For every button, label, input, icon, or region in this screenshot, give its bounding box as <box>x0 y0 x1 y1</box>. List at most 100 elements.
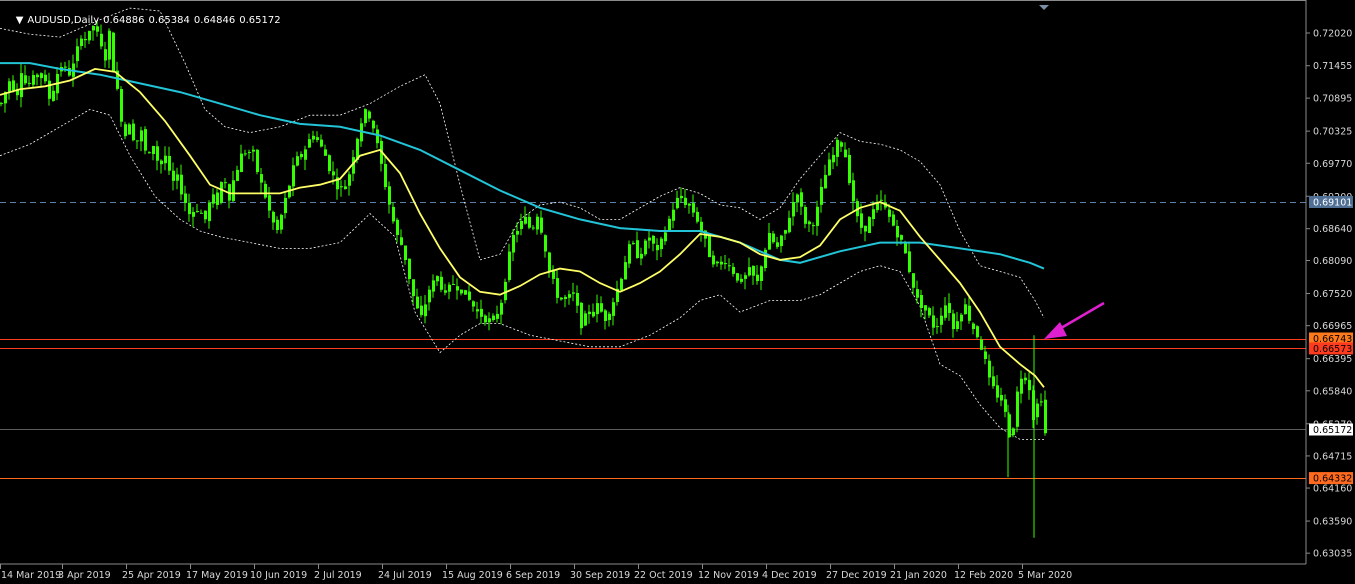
candle-body <box>444 290 447 293</box>
candle <box>144 126 147 155</box>
candle-body <box>456 286 459 291</box>
price-tick-label: 0.70325 <box>1313 127 1352 138</box>
low-price: 0.64846 <box>193 15 236 26</box>
candle-body <box>188 203 191 215</box>
candle-body <box>620 278 623 290</box>
time-tick-label: 25 Apr 2019 <box>122 570 181 581</box>
price-tick-label: 0.66395 <box>1313 354 1352 365</box>
time-tick-label: 4 Dec 2019 <box>762 570 817 581</box>
price-chart[interactable]: 0.720200.714550.708950.703250.697700.692… <box>0 0 1355 584</box>
candle-body <box>84 39 87 41</box>
candle-body <box>144 129 147 151</box>
candle-body <box>900 235 903 240</box>
candle-body <box>944 305 947 318</box>
candle-body <box>652 235 655 244</box>
candle-body <box>24 75 27 84</box>
candle-body <box>980 339 983 350</box>
candle-body <box>240 153 243 172</box>
candle-body <box>972 323 975 329</box>
price-tick-label: 0.63035 <box>1313 549 1352 560</box>
candle <box>620 277 623 292</box>
candle-body <box>556 278 559 298</box>
candle-body <box>388 186 391 205</box>
candle-body <box>804 207 807 224</box>
candle-body <box>12 80 15 91</box>
candle-body <box>756 274 759 282</box>
candle-body <box>164 155 167 164</box>
candle-body <box>712 255 715 265</box>
candle-body <box>148 152 151 154</box>
candle-body <box>464 290 467 295</box>
time-tick-label: 22 Oct 2019 <box>634 570 693 581</box>
candle-body <box>316 137 319 140</box>
candle-body <box>688 203 691 206</box>
candle-body <box>960 314 963 322</box>
candle-body <box>908 251 911 272</box>
candle-body <box>588 311 591 315</box>
candle-body <box>576 293 579 306</box>
candle-body <box>796 194 799 203</box>
candle-body <box>828 159 831 176</box>
candle-body <box>976 326 979 338</box>
candle-body <box>768 233 771 250</box>
time-tick-label: 14 Mar 2019 <box>1 570 61 581</box>
candle-body <box>968 305 971 321</box>
time-tick-label: 15 Aug 2019 <box>442 570 503 581</box>
candle-body <box>204 210 207 220</box>
candle-body <box>928 308 931 316</box>
price-tick-label: 0.70895 <box>1313 94 1352 105</box>
candle-body <box>992 376 995 387</box>
time-tick-label: 12 Feb 2020 <box>954 570 1013 581</box>
candle-body <box>440 276 443 290</box>
candle-body <box>1024 377 1027 381</box>
price-tag-label: 0.65172 <box>1313 425 1352 436</box>
candle-body <box>312 135 315 140</box>
candle-body <box>584 313 587 326</box>
candle-body <box>728 265 731 267</box>
candle-body <box>284 197 287 214</box>
time-tick-label: 21 Jan 2020 <box>890 570 947 581</box>
price-tag-label: 0.69101 <box>1313 198 1352 209</box>
candle-body <box>248 152 251 153</box>
price-tick-label: 0.68090 <box>1313 256 1352 267</box>
candle-body <box>268 195 271 211</box>
candle-body <box>780 235 783 247</box>
candle-body <box>720 261 723 265</box>
candle-body <box>1016 391 1019 427</box>
candle-body <box>592 311 595 317</box>
price-tick-label: 0.71455 <box>1313 61 1352 72</box>
candle-body <box>376 129 379 144</box>
candle-body <box>1040 401 1043 403</box>
candle <box>976 325 979 339</box>
candle-body <box>824 174 827 189</box>
candle-body <box>1020 378 1023 394</box>
time-tick-label: 2 Jul 2019 <box>314 570 362 581</box>
candle-body <box>20 73 23 98</box>
candle-body <box>368 111 371 119</box>
candle-body <box>624 262 627 280</box>
time-tick-label: 27 Dec 2019 <box>826 570 887 581</box>
candle-body <box>128 124 131 135</box>
candle-body <box>988 360 991 378</box>
candle-body <box>600 303 603 312</box>
chart-background <box>0 0 1355 584</box>
candle-body <box>212 194 215 204</box>
chart-header: ▼ AUDUSD,Daily 0.64886 0.65384 0.64846 0.6517… <box>3 4 285 37</box>
time-tick-label: 24 Jul 2019 <box>378 570 432 581</box>
candle-body <box>176 174 179 181</box>
candle-body <box>684 197 687 205</box>
header-menu-triangle-icon[interactable]: ▼ <box>16 15 24 26</box>
candle-body <box>660 238 663 250</box>
candle-body <box>304 149 307 160</box>
candle-body <box>1028 379 1031 391</box>
candle-body <box>844 149 847 158</box>
candle-body <box>420 305 423 316</box>
candle-body <box>428 289 431 303</box>
candle-body <box>644 240 647 255</box>
candle-body <box>244 153 247 155</box>
candle-body <box>1004 399 1007 412</box>
candle-body <box>544 235 547 252</box>
candle <box>1016 386 1019 433</box>
chart-window[interactable]: 0.720200.714550.708950.703250.697700.692… <box>0 0 1355 584</box>
high-price: 0.65384 <box>148 15 190 26</box>
